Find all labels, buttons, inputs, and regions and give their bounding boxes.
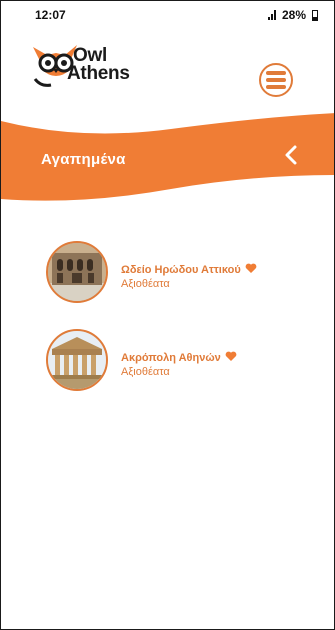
- acropolis-thumbnail: [46, 329, 108, 391]
- status-right: 28%: [267, 8, 318, 22]
- menu-bar-icon: [266, 85, 286, 89]
- favorite-category: Αξιοθέατα: [121, 366, 170, 378]
- battery-percent: 28%: [281, 8, 306, 22]
- favorite-title: Ακρόπολη Αθηνών: [121, 351, 237, 364]
- brand-line-2: Athens: [67, 63, 130, 84]
- favorite-category: Αξιοθέατα: [121, 278, 170, 290]
- menu-bar-icon: [266, 71, 286, 75]
- favorite-item[interactable]: Ωδείο Ηρώδου Αττικού Αξιοθέατα: [46, 241, 316, 307]
- menu-bar-icon: [266, 78, 286, 82]
- menu-button[interactable]: [259, 63, 293, 97]
- status-time: 12:07: [35, 8, 66, 22]
- heart-icon[interactable]: [225, 351, 237, 362]
- page-title: Αγαπημένα: [41, 151, 126, 168]
- favorite-item[interactable]: Ακρόπολη Αθηνών Αξιοθέατα: [46, 329, 316, 395]
- heart-icon[interactable]: [245, 263, 257, 274]
- app-screen: 12:07 28% Owl Athens Αγαπημένα Ωδείο Ηρώ…: [0, 0, 335, 630]
- app-logo: Owl Athens: [31, 41, 131, 101]
- status-bar: 12:07 28%: [1, 1, 334, 31]
- battery-icon: [312, 9, 318, 21]
- signal-icon: [267, 10, 276, 20]
- favorite-title: Ωδείο Ηρώδου Αττικού: [121, 263, 257, 276]
- odeon-thumbnail: [46, 241, 108, 303]
- back-chevron-icon[interactable]: [281, 143, 301, 167]
